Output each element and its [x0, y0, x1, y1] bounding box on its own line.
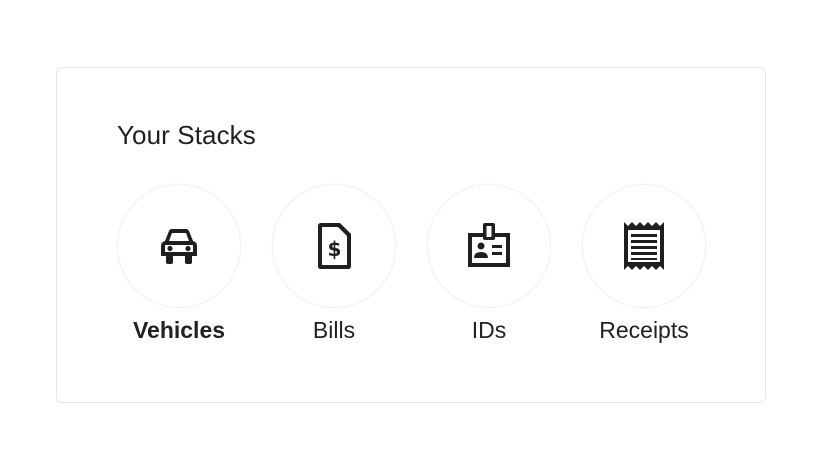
bill-dollar-icon: $: [318, 223, 351, 269]
car-icon: [161, 229, 197, 264]
card-title: Your Stacks: [117, 120, 256, 150]
screen: Your Stacks Vehicles $ Bills IDs Receipt…: [0, 0, 825, 471]
stack-label: Vehicles: [132, 317, 226, 343]
stack-circle: [582, 184, 706, 308]
stack-circle: [117, 184, 241, 308]
stack-circle: $: [272, 184, 396, 308]
stack-circle: [427, 184, 551, 308]
id-badge-icon: [468, 223, 510, 267]
stack-item-vehicles[interactable]: Vehicles: [117, 184, 241, 344]
stack-label: Bills: [312, 317, 356, 343]
stack-label: Receipts: [599, 317, 689, 343]
svg-text:$: $: [328, 237, 342, 261]
stack-item-receipts[interactable]: Receipts: [582, 184, 706, 344]
stack-item-ids[interactable]: IDs: [427, 184, 551, 344]
receipt-icon: [624, 222, 664, 270]
stack-label: IDs: [471, 317, 507, 343]
your-stacks-card: Your Stacks Vehicles $ Bills IDs Receipt…: [56, 67, 766, 403]
stack-item-bills[interactable]: $ Bills: [272, 184, 396, 344]
